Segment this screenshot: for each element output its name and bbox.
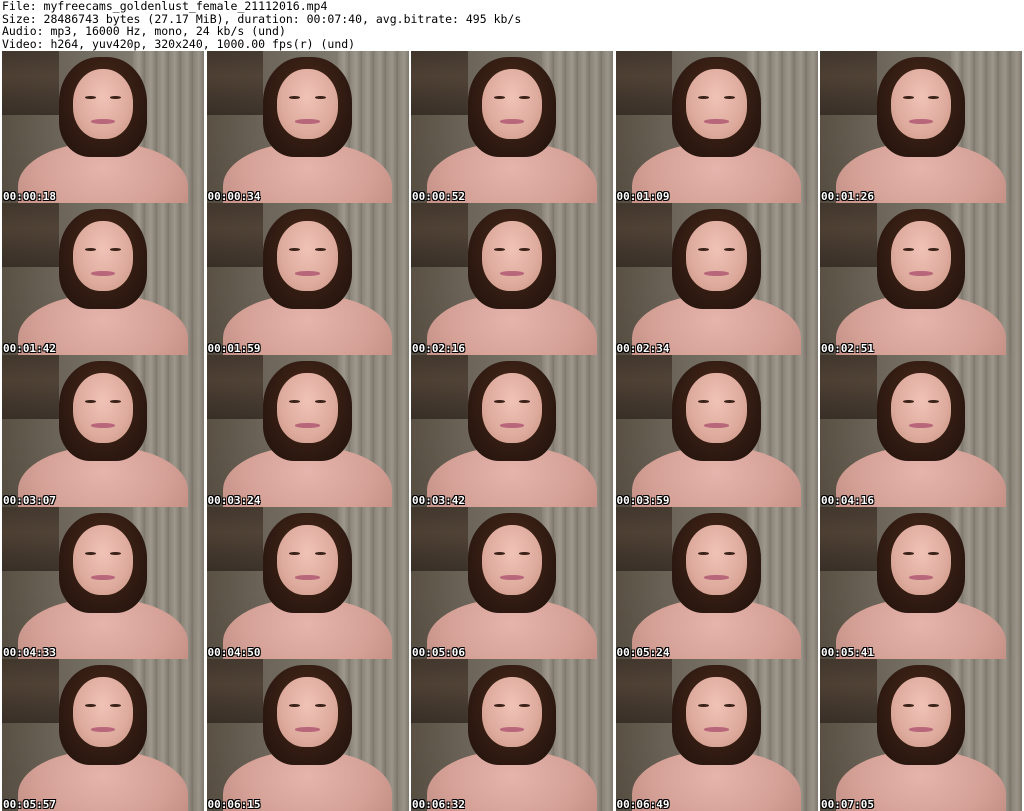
thumbnail-timestamp: 00:02:16 — [412, 342, 465, 355]
thumbnail: 00:04:16 — [820, 355, 1022, 507]
audio-line: Audio: mp3, 16000 Hz, mono, 24 kb/s (und… — [2, 24, 286, 39]
file-name-line: File: myfreecams_goldenlust_female_21112… — [2, 0, 328, 13]
thumbnail: 00:02:16 — [411, 203, 613, 355]
thumbnail-timestamp: 00:04:16 — [821, 494, 874, 507]
thumbnail-timestamp: 00:05:06 — [412, 646, 465, 659]
thumbnail: 00:00:34 — [206, 51, 409, 203]
thumbnail: 00:05:06 — [411, 507, 613, 659]
video-line: Video: h264, yuv420p, 320x240, 1000.00 f… — [2, 36, 356, 51]
thumbnail: 00:02:34 — [615, 203, 818, 355]
thumbnail: 00:03:59 — [615, 355, 818, 507]
thumbnail-timestamp: 00:06:49 — [616, 798, 670, 811]
thumbnail-timestamp: 00:05:57 — [3, 798, 56, 811]
thumbnail: 00:01:26 — [820, 51, 1022, 203]
thumbnail-timestamp: 00:06:32 — [412, 798, 465, 811]
thumbnail-timestamp: 00:01:59 — [207, 342, 261, 355]
thumbnail-timestamp: 00:06:15 — [207, 798, 261, 811]
thumbnail: 00:05:24 — [615, 507, 818, 659]
thumbnail-timestamp: 00:07:05 — [821, 798, 874, 811]
thumbnail-grid: 00:00:18 00:00:34 00:00:52 00:01:09 00:0… — [2, 51, 1022, 811]
thumbnail-timestamp: 00:03:42 — [412, 494, 465, 507]
thumbnail: 00:00:52 — [411, 51, 613, 203]
thumbnail-timestamp: 00:01:42 — [3, 342, 56, 355]
thumbnail: 00:02:51 — [820, 203, 1022, 355]
thumbnail: 00:03:42 — [411, 355, 613, 507]
thumbnail: 00:03:07 — [2, 355, 204, 507]
thumbnail-timestamp: 00:02:34 — [616, 342, 670, 355]
thumbnail-timestamp: 00:03:24 — [207, 494, 261, 507]
thumbnail-timestamp: 00:00:34 — [207, 190, 261, 203]
thumbnail: 00:06:32 — [411, 659, 613, 811]
thumbnail: 00:05:41 — [820, 507, 1022, 659]
thumbnail-timestamp: 00:03:07 — [3, 494, 56, 507]
thumbnail-timestamp: 00:00:18 — [3, 190, 56, 203]
thumbnail: 00:01:09 — [615, 51, 818, 203]
thumbnail-timestamp: 00:03:59 — [616, 494, 670, 507]
thumbnail: 00:05:57 — [2, 659, 204, 811]
thumbnail-timestamp: 00:01:09 — [616, 190, 670, 203]
thumbnail-timestamp: 00:02:51 — [821, 342, 874, 355]
thumbnail: 00:04:33 — [2, 507, 204, 659]
thumbnail: 00:01:59 — [206, 203, 409, 355]
thumbnail-timestamp: 00:04:50 — [207, 646, 261, 659]
thumbnail-timestamp: 00:04:33 — [3, 646, 56, 659]
thumbnail: 00:04:50 — [206, 507, 409, 659]
thumbnail-timestamp: 00:05:24 — [616, 646, 670, 659]
file-info-header: File: myfreecams_goldenlust_female_21112… — [2, 0, 521, 50]
thumbnail: 00:03:24 — [206, 355, 409, 507]
thumbnail-timestamp: 00:00:52 — [412, 190, 465, 203]
thumbnail: 00:06:49 — [615, 659, 818, 811]
thumbnail-timestamp: 00:05:41 — [821, 646, 874, 659]
thumbnail: 00:00:18 — [2, 51, 204, 203]
thumbnail: 00:07:05 — [820, 659, 1022, 811]
thumbnail-timestamp: 00:01:26 — [821, 190, 874, 203]
thumbnail: 00:06:15 — [206, 659, 409, 811]
thumbnail: 00:01:42 — [2, 203, 204, 355]
